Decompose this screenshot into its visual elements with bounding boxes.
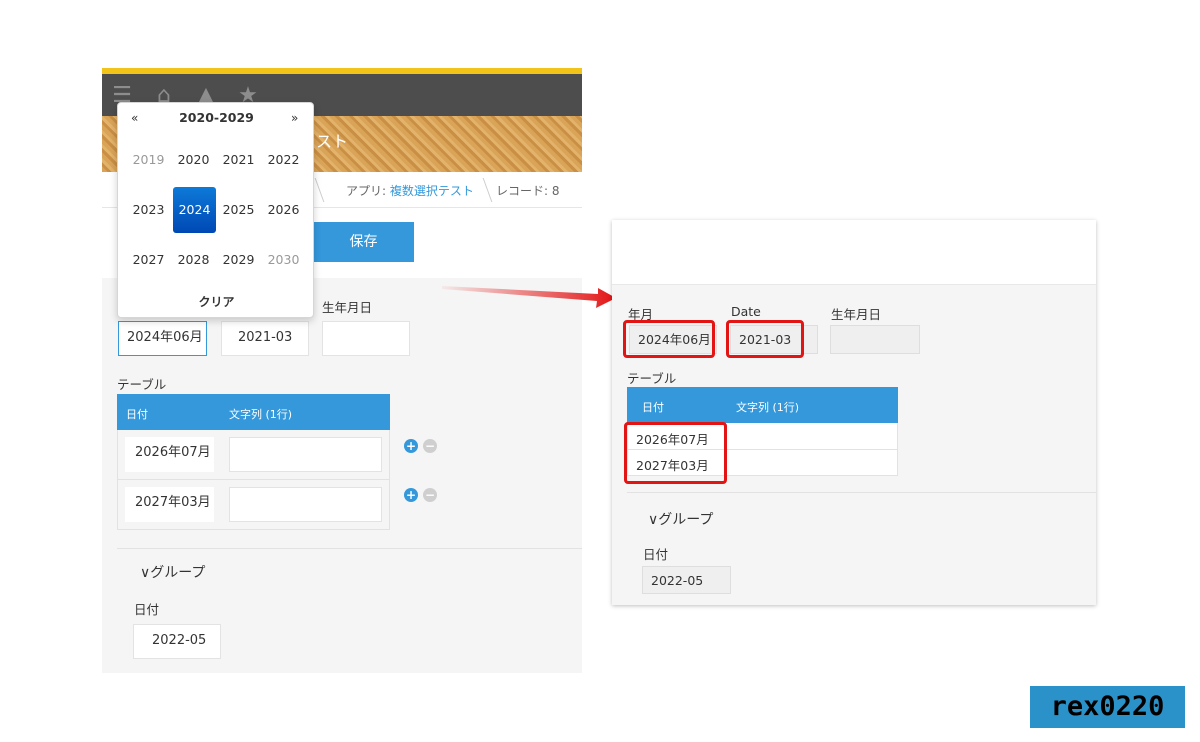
group-date-field[interactable]: 2022-05 [133, 624, 221, 659]
table-row-date[interactable]: 2026年07月 [125, 437, 214, 472]
date-label: Date [731, 304, 761, 319]
year-cell[interactable]: 2022 [262, 137, 305, 183]
breadcrumb-app-label: アプリ: [346, 184, 387, 198]
year-cell-selected[interactable]: 2024 [173, 187, 216, 233]
arrow-icon [442, 286, 616, 308]
date-field[interactable]: 2021-03 [221, 321, 309, 356]
highlight-box [624, 422, 727, 484]
year-cell[interactable]: 2021 [217, 137, 260, 183]
right-screenshot-panel: 年月 Date 生年月日 2024年06月 2021-03 テーブル 日付 文字… [612, 220, 1096, 605]
highlight-box [623, 320, 715, 358]
next-decade-button[interactable]: » [291, 111, 298, 125]
year-cell[interactable]: 2028 [172, 237, 215, 283]
decade-title[interactable]: 2020-2029 [118, 110, 315, 125]
year-cell[interactable]: 2020 [172, 137, 215, 183]
save-button[interactable]: 保存 [313, 222, 414, 262]
group-date-value: 2022-05 [642, 566, 731, 594]
table-header: 日付 文字列 (1行) [627, 387, 898, 423]
group-toggle[interactable]: ∨グループ [648, 509, 713, 529]
banner-title: スト [316, 132, 349, 151]
year-cell[interactable]: 2030 [262, 237, 305, 283]
birthdate-label: 生年月日 [322, 300, 373, 315]
group-date-label: 日付 [134, 602, 160, 617]
year-cell[interactable]: 2026 [262, 187, 305, 233]
year-cell[interactable]: 2023 [127, 187, 170, 233]
year-cell[interactable]: 2027 [127, 237, 170, 283]
plus-icon[interactable]: + [404, 488, 418, 502]
birthdate-value [830, 325, 920, 354]
year-cell[interactable]: 2019 [127, 137, 170, 183]
table-header-text: 文字列 (1行) [736, 401, 800, 414]
highlight-box [726, 320, 804, 358]
table-header: 日付 文字列 (1行) [117, 394, 390, 430]
table-label: テーブル [627, 371, 677, 386]
table-header-text: 文字列 (1行) [229, 408, 293, 421]
yearmonth-field[interactable]: 2024年06月 [118, 321, 207, 356]
table-row-text[interactable] [229, 487, 382, 522]
table-label: テーブル [117, 377, 167, 392]
minus-icon[interactable]: − [423, 439, 437, 453]
year-cell[interactable]: 2029 [217, 237, 260, 283]
year-cell[interactable]: 2025 [217, 187, 260, 233]
table-header-date: 日付 [642, 401, 664, 414]
table-row-date[interactable]: 2027年03月 [125, 487, 214, 522]
breadcrumb-app-link[interactable]: 複数選択テスト [390, 184, 474, 198]
table-row-text[interactable] [229, 437, 382, 472]
breadcrumb-record: レコード: 8 [496, 184, 560, 198]
clear-button[interactable]: クリア [118, 293, 315, 310]
brand-logo: rex0220 [1030, 686, 1185, 728]
breadcrumb-app: アプリ: 複数選択テスト [346, 182, 474, 199]
minus-icon[interactable]: − [423, 488, 437, 502]
plus-icon[interactable]: + [404, 439, 418, 453]
birthdate-label: 生年月日 [831, 307, 882, 322]
birthdate-field[interactable] [322, 321, 410, 356]
table-header-date: 日付 [126, 408, 148, 421]
year-picker-popup: « 2020-2029 » 2019 2020 2021 2022 2023 2… [117, 102, 314, 318]
group-date-label: 日付 [643, 547, 669, 562]
group-toggle[interactable]: ∨グループ [140, 562, 205, 582]
toolbar [612, 220, 1096, 285]
